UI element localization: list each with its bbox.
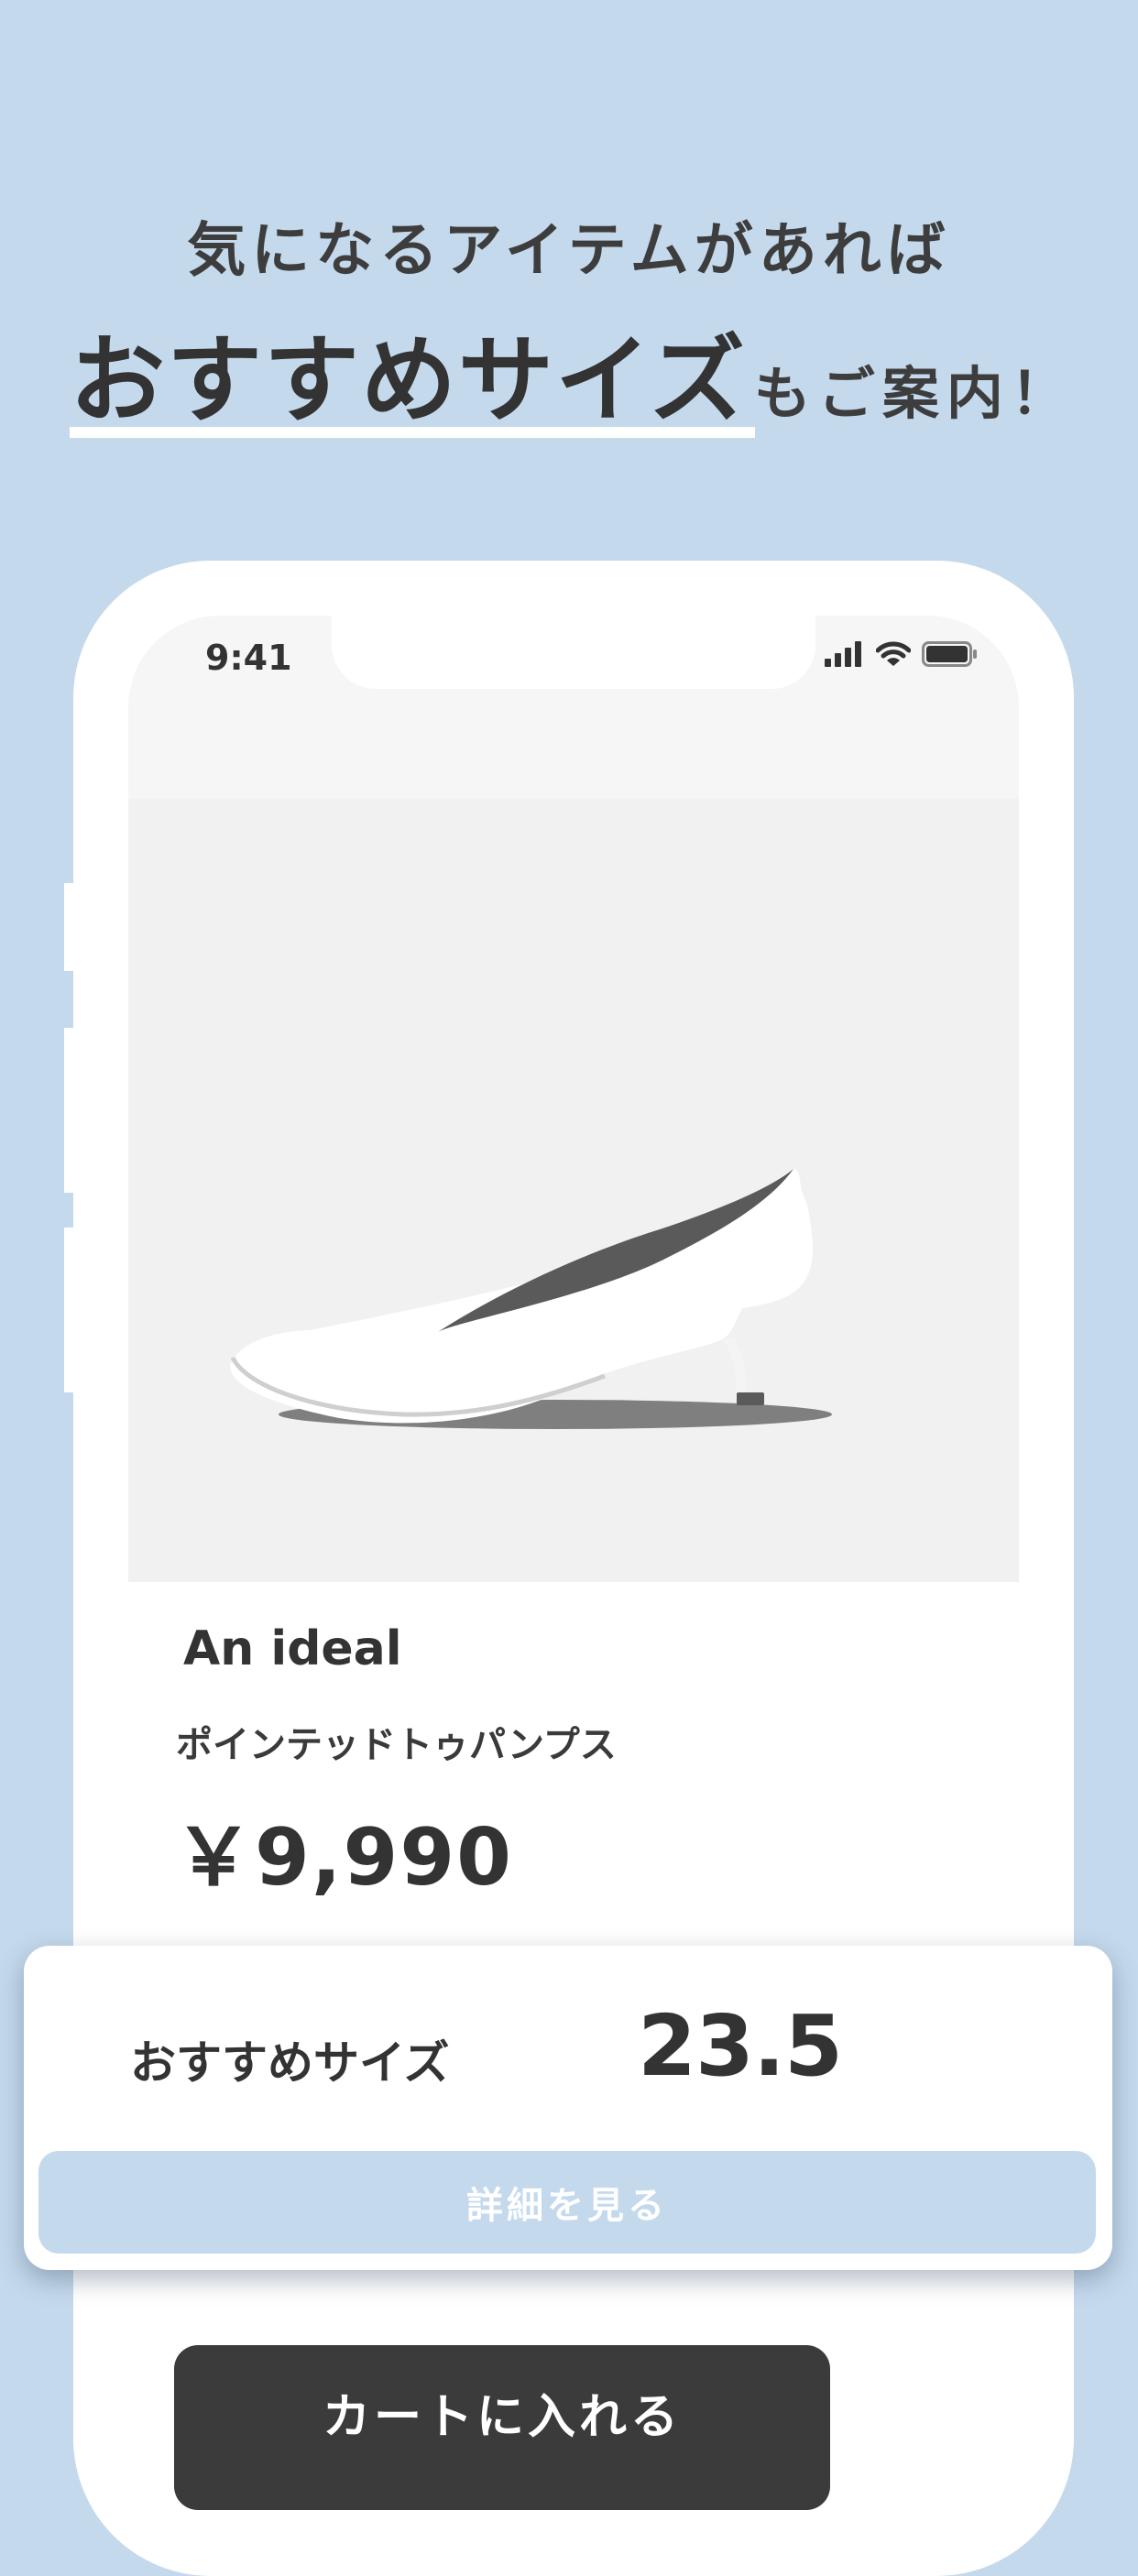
view-details-button[interactable]: 詳細を見る xyxy=(38,2151,1096,2254)
promo-rest: もご案内！ xyxy=(753,360,1075,427)
product-price: ￥9,990 xyxy=(174,1812,514,1904)
product-name: ポインテッドトゥパンプス xyxy=(176,1724,617,1766)
signal-icon xyxy=(825,641,861,667)
battery-icon xyxy=(922,641,977,667)
product-image[interactable] xyxy=(128,799,1019,1582)
phone-volume-down-button xyxy=(64,1228,75,1392)
status-time: 9:41 xyxy=(205,638,292,678)
status-icons xyxy=(825,641,979,667)
size-recommendation-card: おすすめサイズ 23.5 詳細を見る xyxy=(24,1946,1112,2270)
recommended-size-label: おすすめサイズ xyxy=(130,2036,450,2090)
phone-volume-up-button xyxy=(64,1028,75,1193)
promo-headline-line2: おすすめサイズ もご案内！ xyxy=(70,302,1075,441)
status-bar: 9:41 xyxy=(128,616,1019,799)
add-to-cart-button[interactable]: カートに入れる xyxy=(174,2345,830,2510)
pump-shoe-image xyxy=(230,1169,832,1429)
product-brand[interactable]: An ideal xyxy=(183,1621,402,1676)
promo-headline-line1: 気になるアイテムがあれば xyxy=(187,217,951,285)
phone-notch xyxy=(332,616,815,689)
wifi-icon xyxy=(876,641,911,666)
recommended-size-value: 23.5 xyxy=(638,1997,843,2095)
promo-emphasis: おすすめサイズ xyxy=(70,324,747,436)
phone-side-button xyxy=(64,883,75,971)
promo-underline xyxy=(70,427,755,438)
